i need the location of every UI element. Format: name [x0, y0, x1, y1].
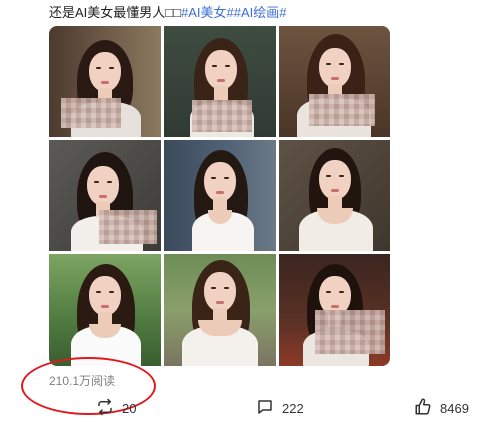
hashtag-ai-beauty[interactable]: #AI美女# — [181, 5, 234, 20]
photo-7[interactable] — [49, 254, 161, 366]
photo-2[interactable] — [164, 26, 276, 137]
photo-5[interactable] — [164, 140, 276, 251]
like-button[interactable]: 8469 — [414, 398, 469, 419]
post-text: 还是AI美女最懂男人□□#AI美女##AI绘画# — [49, 4, 287, 22]
photo-4[interactable] — [49, 140, 161, 251]
like-icon — [414, 398, 432, 419]
hashtag-ai-painting[interactable]: #AI绘画# — [234, 5, 287, 20]
photo-6[interactable] — [279, 140, 390, 251]
photo-8[interactable] — [164, 254, 276, 366]
repost-icon — [96, 398, 114, 419]
image-grid — [49, 26, 390, 366]
post-body-text: 还是AI美女最懂男人□□ — [49, 5, 181, 20]
comment-count: 222 — [282, 401, 304, 416]
photo-3[interactable] — [279, 26, 390, 137]
photo-1[interactable] — [49, 26, 161, 137]
comment-icon — [256, 398, 274, 419]
photo-9[interactable] — [279, 254, 390, 366]
comment-button[interactable]: 222 — [256, 398, 304, 419]
like-count: 8469 — [440, 401, 469, 416]
repost-button[interactable]: 20 — [96, 398, 136, 419]
repost-count: 20 — [122, 401, 137, 416]
